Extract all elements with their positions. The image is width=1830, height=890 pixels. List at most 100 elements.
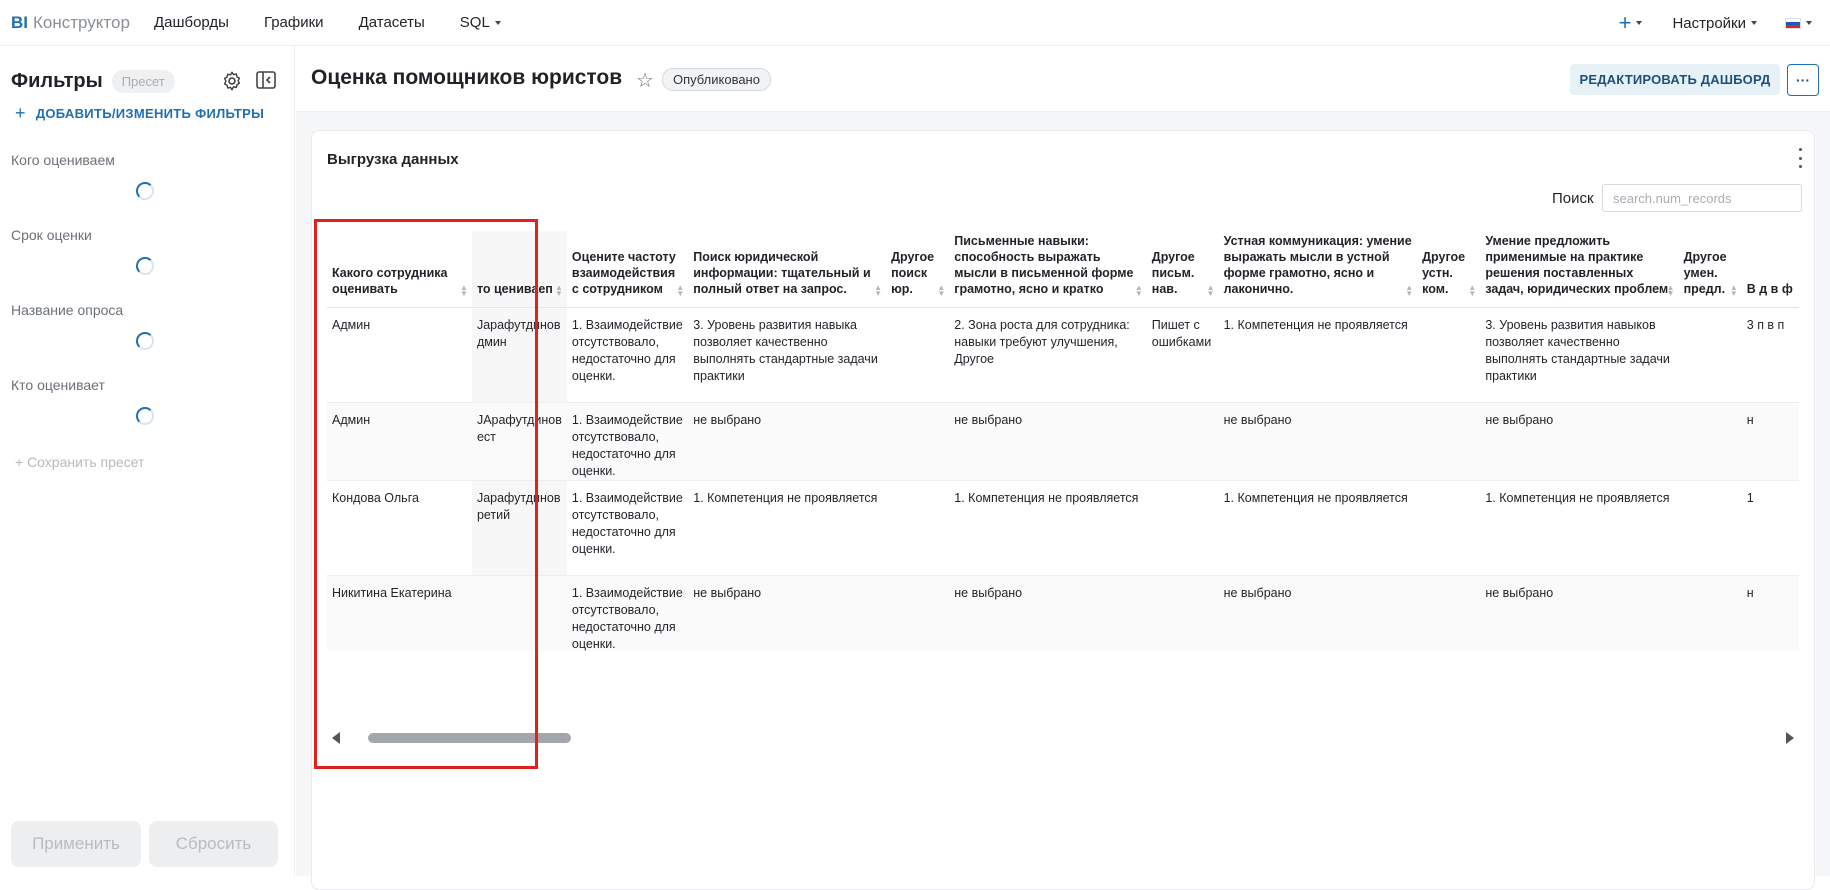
nav-item-label: Графики bbox=[263, 14, 324, 31]
edit-dashboard-button[interactable]: РЕДАКТИРОВАТЬ ДАШБОРД bbox=[1570, 64, 1780, 95]
table-cell: ЈАрафутдинов ест bbox=[471, 402, 567, 481]
settings-label: Настройки bbox=[1672, 14, 1746, 32]
chevron-down-icon bbox=[1806, 21, 1812, 25]
search-input[interactable] bbox=[1602, 184, 1802, 212]
table-cell bbox=[886, 402, 950, 481]
table-cell: Пишет с ошибками bbox=[1146, 307, 1219, 403]
column-header-label: Другое умен. предл. bbox=[1683, 249, 1727, 296]
more-actions-button[interactable]: ··· bbox=[1787, 64, 1819, 96]
language-menu[interactable] bbox=[1785, 17, 1812, 29]
preset-badge[interactable]: Пресет bbox=[111, 69, 175, 93]
table-cell bbox=[1146, 402, 1219, 481]
table-header-row: Какого сотрудника оценивать ▲ ▼ то цениваеп… bbox=[327, 231, 1799, 308]
table-cell: 1. Компетенция не проявляется bbox=[949, 480, 1147, 576]
brand-name: Конструктор bbox=[33, 12, 130, 32]
table-row[interactable]: Админ ЈАрафутдинов ест 1. Взаимодействие о… bbox=[327, 402, 1799, 481]
scroll-right-icon[interactable] bbox=[1786, 732, 1794, 744]
table-cell: н bbox=[1741, 402, 1799, 481]
table-cell bbox=[1678, 307, 1742, 403]
save-preset-button[interactable]: + Сохранить пресет bbox=[15, 454, 144, 470]
table-cell: не выбрано bbox=[1480, 575, 1679, 651]
table-cell: 3. Уровень развития навыка позволяет кач… bbox=[688, 307, 887, 403]
table-cell bbox=[1678, 575, 1742, 651]
table-cell: Јарафутдинов ретий bbox=[471, 480, 567, 576]
table-cell bbox=[1417, 402, 1481, 481]
reset-button[interactable]: Сбросить bbox=[149, 821, 278, 867]
table-cell: 1. Компетенция не проявляется bbox=[1218, 480, 1418, 576]
column-header-6[interactable]: Другое письм. нав. ▲ ▼ bbox=[1146, 231, 1219, 308]
sidebar-title: Фильтры bbox=[11, 69, 103, 92]
horizontal-scrollbar[interactable] bbox=[332, 730, 1794, 746]
sort-icon[interactable]: ▲ ▼ bbox=[1468, 283, 1476, 297]
nav-menu: Дашборды Графики Датасеты SQL bbox=[154, 14, 536, 31]
top-navbar: BI Конструктор Дашборды Графики Датасеты SQ… bbox=[0, 0, 1830, 46]
table-cell bbox=[471, 575, 567, 651]
filter-label-period: Срок оценки bbox=[11, 227, 92, 243]
table-cell: Никитина Екатерина bbox=[327, 575, 472, 651]
sort-icon[interactable]: ▲ ▼ bbox=[1730, 283, 1738, 297]
sort-icon[interactable]: ▲ ▼ bbox=[874, 283, 882, 297]
add-menu-button[interactable]: + bbox=[1619, 10, 1643, 36]
nav-item-0[interactable]: Дашборды bbox=[154, 14, 229, 31]
search-label: Поиск bbox=[1552, 190, 1594, 207]
loading-spinner-icon bbox=[136, 332, 154, 350]
table-cell bbox=[1417, 575, 1481, 651]
column-header-0[interactable]: Какого сотрудника оценивать ▲ ▼ bbox=[327, 231, 472, 308]
filter-label-survey: Название опроса bbox=[11, 302, 124, 318]
nav-item-2[interactable]: Датасеты bbox=[359, 14, 425, 31]
data-table-container: Какого сотрудника оценивать ▲ ▼ то цениваеп… bbox=[327, 231, 1799, 651]
column-header-label: В д в ф bbox=[1746, 281, 1793, 296]
data-export-card: Выгрузка данных Поиск Какого сотрудника … bbox=[311, 130, 1815, 890]
table-cell bbox=[1146, 575, 1219, 651]
sort-icon[interactable]: ▲ ▼ bbox=[937, 283, 945, 297]
scroll-left-icon[interactable] bbox=[332, 732, 340, 744]
sort-icon[interactable]: ▲ ▼ bbox=[1207, 283, 1215, 297]
add-filters-label: ДОБАВИТЬ/ИЗМЕНИТЬ ФИЛЬТРЫ bbox=[35, 106, 265, 121]
table-row[interactable]: Никитина Екатерина 1. Взаимодействие отсу… bbox=[327, 575, 1799, 651]
column-header-11[interactable]: В д в ф bbox=[1741, 231, 1799, 308]
collapse-sidebar-icon[interactable] bbox=[256, 71, 276, 89]
table-cell: 1. Взаимодействие отсутствовало, недоста… bbox=[566, 575, 689, 651]
table-cell: 1. Компетенция не проявляется bbox=[1218, 307, 1418, 403]
column-header-label: Другое устн. ком. bbox=[1422, 249, 1466, 296]
column-header-8[interactable]: Другое устн. ком. ▲ ▼ bbox=[1417, 231, 1481, 308]
table-row[interactable]: Админ Јарафутдинов дмин 1. Взаимодействие … bbox=[327, 307, 1799, 403]
column-header-1[interactable]: то цениваеп ▲ ▼ bbox=[471, 231, 567, 308]
scrollbar-thumb[interactable] bbox=[368, 733, 571, 743]
sort-icon[interactable]: ▲ ▼ bbox=[1135, 283, 1143, 297]
sort-icon[interactable]: ▲ ▼ bbox=[676, 283, 684, 297]
table-cell: 1. Взаимодействие отсутствовало, недоста… bbox=[566, 402, 689, 481]
table-cell bbox=[886, 480, 950, 576]
star-icon[interactable]: ☆ bbox=[636, 68, 654, 93]
nav-item-label: Дашборды bbox=[153, 14, 229, 31]
nav-item-1[interactable]: Графики bbox=[264, 14, 324, 31]
gear-icon[interactable] bbox=[221, 70, 243, 92]
sort-icon[interactable]: ▲ ▼ bbox=[460, 283, 468, 297]
column-header-4[interactable]: Другое поиск юр. ▲ ▼ bbox=[886, 231, 950, 308]
table-cell bbox=[1417, 480, 1481, 576]
column-header-7[interactable]: Устная коммуникация: умение выражать мыс… bbox=[1218, 231, 1418, 308]
table-cell: 1. Компетенция не проявляется bbox=[688, 480, 887, 576]
nav-right: + Настройки bbox=[1619, 0, 1812, 46]
column-header-5[interactable]: Письменные навыки: способность выражать … bbox=[949, 231, 1147, 308]
column-header-3[interactable]: Поиск юридической информации: тщательный… bbox=[688, 231, 887, 308]
column-header-9[interactable]: Умение предложить применимые на практике… bbox=[1480, 231, 1679, 308]
sort-icon[interactable]: ▲ ▼ bbox=[1405, 283, 1413, 297]
dashboard-header: Оценка помощников юристов ☆ Опубликовано… bbox=[296, 46, 1830, 112]
settings-menu[interactable]: Настройки bbox=[1672, 15, 1757, 32]
chevron-down-icon bbox=[1751, 21, 1757, 25]
apply-button[interactable]: Применить bbox=[11, 821, 141, 867]
column-header-2[interactable]: Оцените частоту взаимодействия с сотрудн… bbox=[566, 231, 689, 308]
table-cell bbox=[1678, 402, 1742, 481]
column-header-10[interactable]: Другое умен. предл. ▲ ▼ bbox=[1678, 231, 1742, 308]
nav-item-3[interactable]: SQL bbox=[460, 14, 501, 31]
filters-sidebar: Фильтры Пресет + ДОБАВИТЬ/ИЗМЕНИТЬ ФИЛЬТ… bbox=[0, 46, 295, 876]
kebab-menu-icon[interactable] bbox=[1797, 148, 1803, 168]
table-row[interactable]: Кондова Ольга Јарафутдинов ретий 1. Взаимо… bbox=[327, 480, 1799, 576]
table-cell: не выбрано bbox=[1480, 402, 1679, 481]
sort-icon[interactable]: ▲ ▼ bbox=[1667, 283, 1675, 297]
column-header-label: Письменные навыки: способность выражать … bbox=[954, 233, 1134, 296]
brand-logo[interactable]: BI Конструктор bbox=[11, 13, 130, 33]
sort-icon[interactable]: ▲ ▼ bbox=[555, 283, 563, 297]
add-filters-button[interactable]: + ДОБАВИТЬ/ИЗМЕНИТЬ ФИЛЬТРЫ bbox=[15, 103, 264, 124]
